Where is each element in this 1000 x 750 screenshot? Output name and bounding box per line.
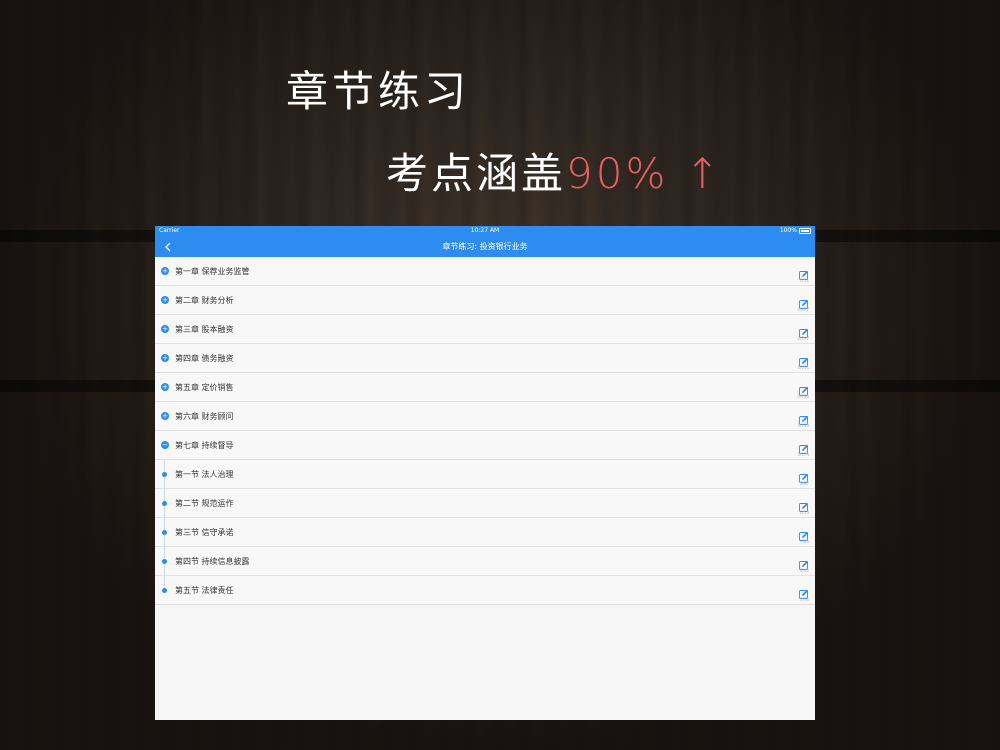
edit-icon[interactable] bbox=[799, 410, 809, 425]
edit-icon[interactable] bbox=[799, 381, 809, 396]
edit-icon[interactable] bbox=[799, 497, 809, 512]
section-row[interactable]: 第五节 法律责任 0/16 bbox=[155, 576, 815, 605]
chapter-row[interactable]: + 第六章 财务顾问 0/133 bbox=[155, 402, 815, 431]
bullet-dot-icon bbox=[162, 500, 167, 506]
edit-icon[interactable] bbox=[799, 468, 809, 483]
bullet-dot-icon bbox=[162, 558, 167, 564]
row-label: 第五节 法律责任 bbox=[175, 585, 234, 595]
row-label: 第二节 规范运作 bbox=[175, 498, 234, 508]
battery-percent: 100% bbox=[779, 227, 797, 234]
bullet-dot-icon bbox=[162, 529, 167, 535]
promo-subline-text: 考点涵盖 bbox=[386, 149, 567, 198]
edit-icon[interactable] bbox=[799, 323, 809, 338]
edit-icon[interactable] bbox=[799, 265, 809, 280]
status-bar: Carrier 10:27 AM 100% bbox=[155, 226, 815, 236]
minus-circle-icon[interactable]: − bbox=[161, 441, 169, 449]
plus-circle-icon[interactable]: + bbox=[161, 412, 169, 420]
chapter-row[interactable]: + 第三章 股本融资 0/297 bbox=[155, 315, 815, 344]
battery-icon bbox=[799, 228, 811, 234]
row-label: 第三章 股本融资 bbox=[175, 324, 234, 334]
progress-count: 0/277 bbox=[797, 307, 809, 312]
bullet-dot-icon bbox=[162, 587, 167, 593]
row-label: 第一节 法人治理 bbox=[175, 469, 234, 479]
section-row[interactable]: 第二节 规范运作 0/53 bbox=[155, 489, 815, 518]
chapter-row[interactable]: + 第一章 保荐业务监管 0/51 bbox=[155, 257, 815, 286]
edit-icon[interactable] bbox=[799, 584, 809, 599]
progress-count: 0/186 bbox=[797, 394, 809, 399]
row-label: 第七章 持续督导 bbox=[175, 440, 234, 450]
chapter-row[interactable]: + 第二章 财务分析 0/277 bbox=[155, 286, 815, 315]
edit-icon[interactable] bbox=[799, 555, 809, 570]
battery-indicator: 100% bbox=[780, 226, 811, 236]
promo-subline: 考点涵盖90% ↑ bbox=[386, 140, 723, 201]
status-time: 10:27 AM bbox=[470, 227, 500, 234]
row-label: 第四节 持续信息披露 bbox=[175, 556, 250, 566]
section-row[interactable]: 第四节 持续信息披露 0/42 bbox=[155, 547, 815, 576]
device-screen: Carrier 10:27 AM 100% 章节练习: 投资银行业务 + 第一章 … bbox=[155, 226, 815, 720]
bullet-dot-icon bbox=[162, 471, 167, 477]
row-label: 第二章 财务分析 bbox=[175, 295, 234, 305]
chevron-left-icon bbox=[164, 242, 170, 251]
chapter-row[interactable]: − 第七章 持续督导 0/174 bbox=[155, 431, 815, 460]
progress-count: 0/53 bbox=[800, 510, 809, 515]
edit-icon[interactable] bbox=[799, 294, 809, 309]
row-label: 第一章 保荐业务监管 bbox=[175, 266, 250, 276]
nav-title: 章节练习: 投资银行业务 bbox=[442, 242, 528, 251]
progress-count: 0/16 bbox=[800, 597, 809, 602]
plus-circle-icon[interactable]: + bbox=[161, 383, 169, 391]
section-row[interactable]: 第一节 法人治理 0/87 bbox=[155, 460, 815, 489]
promo-subline-accent: 90% ↑ bbox=[566, 149, 723, 198]
plus-circle-icon[interactable]: + bbox=[161, 296, 169, 304]
chapter-list: + 第一章 保荐业务监管 0/51 + 第二章 财务分析 0/277 + 第三章 股本融资 0/… bbox=[155, 257, 815, 605]
row-label: 第五章 定价销售 bbox=[175, 382, 234, 392]
plus-circle-icon[interactable]: + bbox=[161, 267, 169, 275]
progress-count: 0/6 bbox=[802, 539, 809, 544]
nav-bar: 章节练习: 投资银行业务 bbox=[155, 236, 815, 257]
progress-count: 0/174 bbox=[797, 452, 809, 457]
edit-icon[interactable] bbox=[799, 439, 809, 454]
row-label: 第三节 信守承诺 bbox=[175, 527, 234, 537]
progress-count: 0/161 bbox=[797, 365, 809, 370]
section-row[interactable]: 第三节 信守承诺 0/6 bbox=[155, 518, 815, 547]
chapter-row[interactable]: + 第五章 定价销售 0/186 bbox=[155, 373, 815, 402]
back-button[interactable] bbox=[161, 236, 173, 257]
row-label: 第六章 财务顾问 bbox=[175, 411, 234, 421]
progress-count: 0/42 bbox=[800, 568, 809, 573]
progress-count: 0/297 bbox=[797, 336, 809, 341]
edit-icon[interactable] bbox=[799, 526, 809, 541]
chapter-row[interactable]: + 第四章 债务融资 0/161 bbox=[155, 344, 815, 373]
progress-count: 0/133 bbox=[797, 423, 809, 428]
plus-circle-icon[interactable]: + bbox=[161, 354, 169, 362]
progress-count: 0/51 bbox=[800, 278, 809, 283]
promo-headline: 章节练习 bbox=[286, 67, 471, 116]
progress-count: 0/87 bbox=[800, 481, 809, 486]
row-label: 第四章 债务融资 bbox=[175, 353, 234, 363]
edit-icon[interactable] bbox=[799, 352, 809, 367]
plus-circle-icon[interactable]: + bbox=[161, 325, 169, 333]
